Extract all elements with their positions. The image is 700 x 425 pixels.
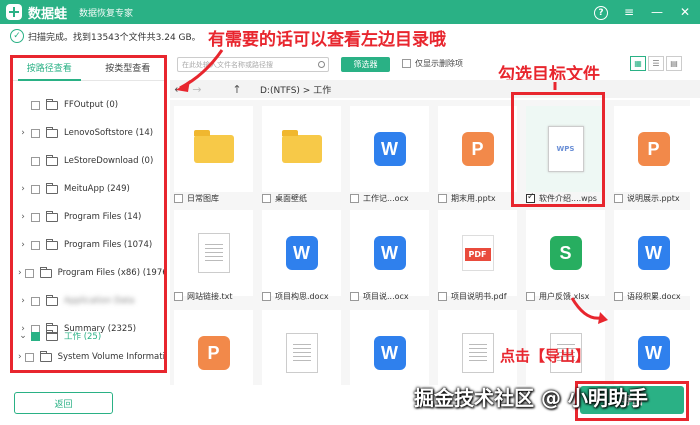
- file-tile[interactable]: W: [614, 310, 690, 385]
- file-name: 工作记...ocx: [363, 193, 409, 203]
- app-name: 数据蛙: [28, 6, 68, 22]
- ppt-icon: P: [197, 336, 230, 370]
- back-arrow-icon[interactable]: ←: [170, 83, 188, 96]
- current-path: D:(NTFS) > 工作: [260, 85, 332, 96]
- ppt-icon: P: [637, 132, 670, 166]
- file-tile[interactable]: S: [526, 210, 605, 296]
- folder-icon: [281, 130, 322, 163]
- only-deleted-toggle[interactable]: 仅显示删除项: [402, 58, 463, 69]
- file-grid: 日常图库桌面壁纸W工作记...ocxP期末用.pptxWPS软件介绍....wp…: [170, 100, 690, 385]
- close-icon[interactable]: ✕: [676, 3, 694, 21]
- text-file-icon: [285, 333, 318, 373]
- ppt-icon: P: [461, 132, 494, 166]
- app-subtitle: 数据恢复专家: [79, 8, 134, 19]
- file-tile[interactable]: PDF: [438, 210, 517, 296]
- only-deleted-label: 仅显示删除项: [415, 59, 463, 68]
- file-checkbox[interactable]: [438, 193, 447, 203]
- file-name: 日常图库: [187, 193, 219, 203]
- annotation-left-directory: 有需要的话可以查看左边目录哦: [208, 30, 446, 50]
- help-icon[interactable]: ?: [592, 3, 610, 21]
- file-name: 项目说...ocx: [363, 291, 409, 301]
- file-name: 桌面壁纸: [275, 193, 307, 203]
- file-name: 网站链接.txt: [187, 291, 233, 301]
- file-tile[interactable]: P: [174, 310, 253, 385]
- annotation-click-export: 点击【导出】: [500, 347, 591, 365]
- file-caption[interactable]: 项目说...ocx: [350, 290, 409, 302]
- check-circle-icon: ✓: [10, 29, 24, 43]
- grid-view-icon[interactable]: ▦: [630, 56, 646, 71]
- file-tile[interactable]: [262, 310, 341, 385]
- file-caption[interactable]: 语段积累.docx: [614, 290, 681, 302]
- file-checkbox[interactable]: [614, 291, 623, 301]
- file-checkbox[interactable]: [438, 291, 447, 301]
- word-doc-icon: W: [637, 336, 670, 370]
- app-logo-icon: [6, 4, 22, 20]
- file-tile[interactable]: W: [350, 106, 429, 192]
- file-caption[interactable]: 日常图库: [174, 192, 219, 204]
- forward-arrow-icon[interactable]: →: [188, 83, 206, 96]
- file-tile[interactable]: W: [350, 210, 429, 296]
- file-caption[interactable]: 网站链接.txt: [174, 290, 233, 302]
- search-placeholder: 在此处输入文件名称或路径搜: [182, 60, 273, 69]
- path-bar: ← → ↑ D:(NTFS) > 工作: [170, 80, 700, 98]
- file-tile[interactable]: [262, 106, 341, 192]
- scan-status-text: 扫描完成。找到13543个文件共3.24 GB。: [28, 32, 201, 43]
- file-checkbox[interactable]: [174, 291, 183, 301]
- file-caption[interactable]: 工作记...ocx: [350, 192, 409, 204]
- watermark: 掘金技术社区 @ 小明助手: [414, 386, 648, 410]
- up-arrow-icon[interactable]: ↑: [228, 83, 246, 96]
- filter-button[interactable]: 筛选器: [341, 57, 390, 72]
- file-checkbox[interactable]: [174, 193, 183, 203]
- file-tile[interactable]: P: [438, 106, 517, 192]
- file-name: 期末用.pptx: [451, 193, 496, 203]
- file-caption[interactable]: 桌面壁纸: [262, 192, 307, 204]
- file-checkbox[interactable]: [262, 291, 271, 301]
- highlight-selected-file: [511, 92, 605, 207]
- file-caption[interactable]: 用户反馈.xlsx: [526, 290, 589, 302]
- file-name: 说明展示.pptx: [627, 193, 680, 203]
- file-name: 语段积累.docx: [627, 291, 681, 301]
- minimize-icon[interactable]: —: [648, 3, 666, 21]
- view-switcher: ▦ ☰ ▤: [630, 56, 682, 71]
- folder-icon: [193, 130, 234, 163]
- file-caption[interactable]: 期末用.pptx: [438, 192, 496, 204]
- scan-status: ✓ 扫描完成。找到13543个文件共3.24 GB。: [10, 28, 201, 44]
- file-checkbox[interactable]: [614, 193, 623, 203]
- text-file-icon: [197, 233, 230, 273]
- file-name: 项目构思.docx: [275, 291, 329, 301]
- file-tile[interactable]: [174, 210, 253, 296]
- file-checkbox[interactable]: [350, 291, 359, 301]
- file-checkbox[interactable]: [526, 291, 535, 301]
- menu-icon[interactable]: ≡: [620, 3, 638, 21]
- search-input[interactable]: 在此处输入文件名称或路径搜: [177, 57, 329, 72]
- spreadsheet-icon: S: [549, 236, 582, 270]
- list-view-icon[interactable]: ☰: [648, 56, 664, 71]
- detail-view-icon[interactable]: ▤: [666, 56, 682, 71]
- title-bar: 数据蛙 数据恢复专家 ? ≡ — ✕: [0, 0, 700, 24]
- word-doc-icon: W: [373, 132, 406, 166]
- file-checkbox[interactable]: [262, 193, 271, 203]
- text-file-icon: [461, 333, 494, 373]
- word-doc-icon: W: [373, 236, 406, 270]
- highlight-directory-panel: [10, 55, 167, 373]
- file-caption[interactable]: 项目构思.docx: [262, 290, 329, 302]
- file-tile[interactable]: W: [350, 310, 429, 385]
- file-tile[interactable]: W: [614, 210, 690, 296]
- file-caption[interactable]: 说明展示.pptx: [614, 192, 680, 204]
- file-tile[interactable]: [174, 106, 253, 192]
- word-doc-icon: W: [373, 336, 406, 370]
- file-tile[interactable]: P: [614, 106, 690, 192]
- file-name: 项目说明书.pdf: [451, 291, 507, 301]
- file-name: 用户反馈.xlsx: [539, 291, 590, 301]
- file-tile[interactable]: W: [262, 210, 341, 296]
- pdf-icon: PDF: [461, 235, 494, 271]
- search-icon[interactable]: [314, 61, 328, 68]
- file-caption[interactable]: 项目说明书.pdf: [438, 290, 507, 302]
- file-checkbox[interactable]: [350, 193, 359, 203]
- only-deleted-checkbox[interactable]: [402, 59, 411, 68]
- word-doc-icon: W: [637, 236, 670, 270]
- word-doc-icon: W: [285, 236, 318, 270]
- back-button[interactable]: 返回: [14, 392, 113, 414]
